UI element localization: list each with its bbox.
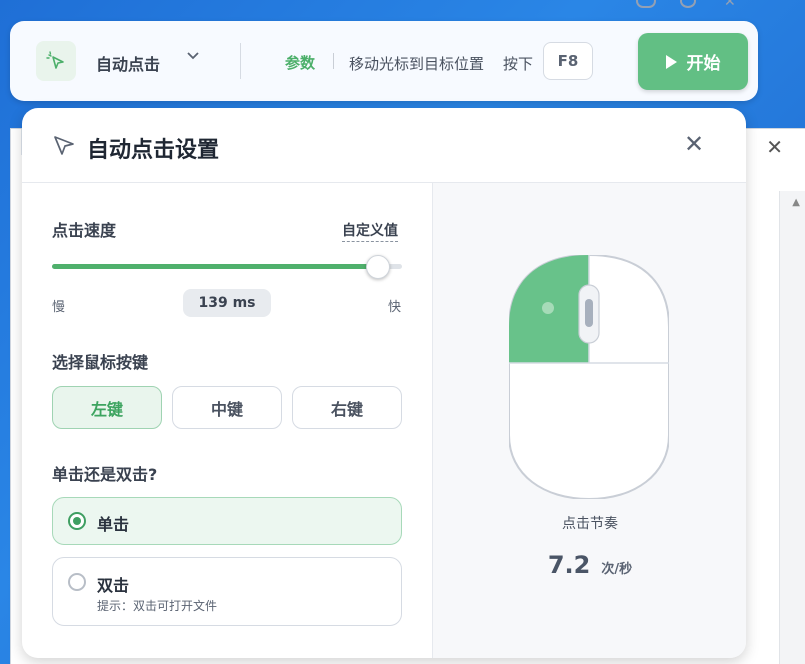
panel-title: 自动点击设置 — [87, 138, 220, 163]
click-type-section-title: 单击还是双击? — [52, 465, 158, 484]
scroll-up-icon[interactable]: ▲ — [792, 197, 800, 208]
start-button[interactable]: 开始 — [638, 33, 748, 90]
left-button-option[interactable]: 左键 — [52, 386, 162, 429]
single-click-option[interactable]: 单击 — [52, 497, 402, 545]
chevron-down-icon[interactable] — [186, 49, 200, 65]
click-speed-slider[interactable] — [52, 255, 402, 279]
fast-label: 快 — [388, 300, 402, 315]
params-separator — [333, 53, 334, 69]
speed-section-title: 点击速度 — [52, 221, 117, 240]
auto-click-toolbar: 自动点击 参数 移动光标到目标位置 按下 F8 开始 — [10, 21, 758, 101]
cursor-arrow-icon — [52, 134, 76, 162]
host-chat-icon[interactable] — [636, 0, 656, 8]
play-icon — [665, 54, 677, 69]
settings-form: 点击速度 自定义值 慢 139 ms 快 选择鼠标按键 左键 中键 右键 单击还… — [22, 183, 432, 658]
double-click-radio[interactable] — [68, 573, 86, 591]
auto-click-settings-panel: 自动点击设置 ✕ 点击速度 自定义值 慢 139 ms 快 选择鼠标按键 左键 … — [22, 108, 746, 658]
double-click-option[interactable]: 双击 提示：双击可打开文件 — [52, 557, 402, 626]
background-close-icon[interactable]: ✕ — [766, 135, 783, 159]
close-icon[interactable]: ✕ — [684, 132, 704, 156]
mouse-button-section-title: 选择鼠标按键 — [52, 353, 149, 372]
single-click-radio[interactable] — [68, 512, 86, 530]
click-rate-unit: 次/秒 — [601, 562, 633, 577]
double-click-hint: 提示：双击可打开文件 — [97, 599, 218, 613]
speed-value-badge: 139 ms — [183, 289, 271, 317]
slider-fill — [52, 264, 378, 269]
toolbar-divider — [240, 43, 241, 79]
auto-click-app-icon — [36, 41, 76, 81]
slider-thumb[interactable] — [365, 255, 390, 279]
params-tab[interactable]: 参数 — [285, 52, 315, 73]
mouse-illustration — [509, 255, 669, 499]
background-scrollbar[interactable] — [779, 191, 805, 664]
hotkey-chip[interactable]: F8 — [543, 42, 593, 80]
custom-value-link[interactable]: 自定义值 — [342, 220, 398, 242]
click-rhythm-label: 点击节奏 — [562, 516, 618, 532]
middle-button-option[interactable]: 中键 — [172, 386, 282, 429]
mode-label[interactable]: 自动点击 — [96, 51, 160, 75]
host-close-icon[interactable]: ✕ — [724, 0, 736, 10]
panel-header: 自动点击设置 ✕ — [22, 108, 746, 183]
click-rate-value: 7.2 — [547, 551, 591, 579]
move-cursor-hint: 移动光标到目标位置 — [349, 55, 485, 73]
click-preview-pane: 点击节奏 7.2 次/秒 — [432, 183, 746, 658]
press-label: 按下 — [503, 55, 534, 73]
start-button-label: 开始 — [686, 54, 721, 74]
host-settings-icon[interactable] — [680, 0, 696, 8]
slow-label: 慢 — [52, 300, 66, 315]
right-button-option[interactable]: 右键 — [292, 386, 402, 429]
single-click-label: 单击 — [97, 515, 130, 534]
double-click-label: 双击 — [97, 576, 130, 595]
click-rate-readout: 7.2 次/秒 — [433, 551, 746, 579]
